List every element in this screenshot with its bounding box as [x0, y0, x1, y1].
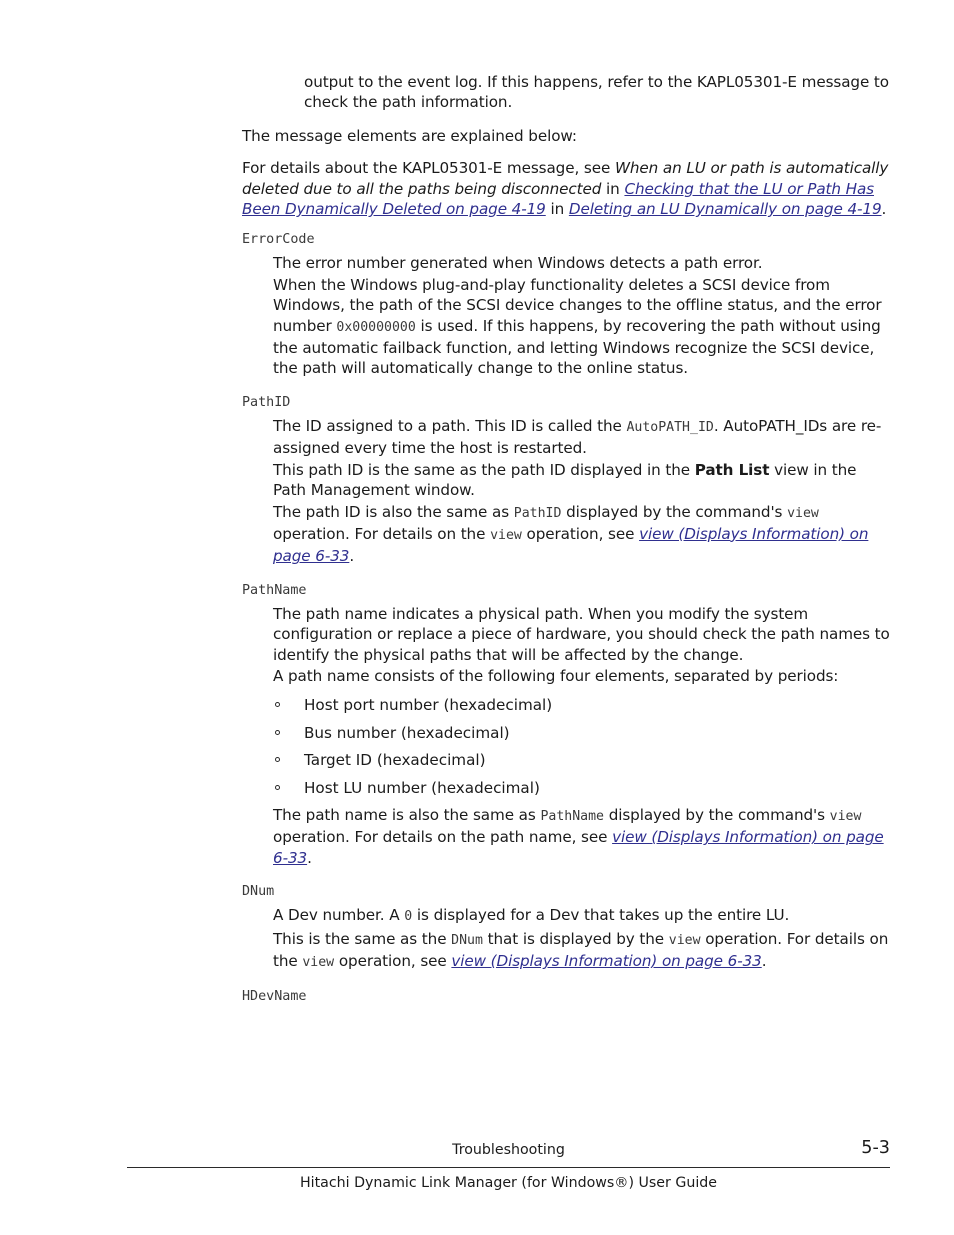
- definition-hdevname: HDevName: [242, 988, 890, 1006]
- list-item: Bus number (hexadecimal): [273, 723, 890, 743]
- definition-body-pathname: The path name indicates a physical path.…: [273, 604, 890, 868]
- list-item-label: Bus number (hexadecimal): [304, 723, 510, 742]
- footer-guide-title: Hitachi Dynamic Link Manager (for Window…: [299, 1175, 718, 1191]
- pathname-al-mid-2: operation. For details on the path name,…: [273, 828, 613, 847]
- definition-term-hdevname: HDevName: [242, 989, 307, 1005]
- definition-dnum: DNum A Dev number. A 0 is displayed for …: [242, 883, 890, 973]
- dnum-zero-code: 0: [404, 909, 413, 925]
- list-item: Host LU number (hexadecimal): [273, 778, 890, 798]
- bullet-circle-icon: [275, 702, 280, 708]
- pathid-p3-lead: The path ID is also the same as: [273, 502, 514, 521]
- definition-term-pathname: PathName: [242, 582, 307, 598]
- definition-body-dnum: A Dev number. A 0 is displayed for a Dev…: [273, 905, 890, 973]
- dnum-p1-lead: A Dev number. A: [273, 906, 405, 925]
- pathname-code: PathName: [540, 808, 604, 824]
- definition-pathname: PathName The path name indicates a physi…: [242, 582, 890, 868]
- definition-pathid: PathID The ID assigned to a path. This I…: [242, 394, 890, 567]
- definition-body-errorcode: The error number generated when Windows …: [273, 253, 890, 378]
- pathname-view-code-1: view: [829, 808, 862, 824]
- pathid-paragraph-3: The path ID is also the same as PathID d…: [273, 502, 890, 567]
- footer-top-row: Troubleshooting 5-3: [127, 1138, 890, 1166]
- dnum-paragraph-1: A Dev number. A 0 is displayed for a Dev…: [273, 905, 890, 927]
- list-item-label: Host port number (hexadecimal): [304, 696, 553, 715]
- details-tail: .: [881, 200, 887, 219]
- pathid-p3-mid-2: operation. For details on the: [273, 524, 491, 543]
- list-item: Host port number (hexadecimal): [273, 695, 890, 715]
- definition-term-dnum: DNum: [242, 884, 275, 900]
- pathid-p3-mid: displayed by the command's: [561, 502, 788, 521]
- continuation-paragraph: output to the event log. If this happens…: [304, 73, 889, 112]
- pathid-path-list-bold: Path List: [694, 460, 770, 479]
- dnum-code: DNum: [451, 932, 483, 948]
- pathid-p3-tail: .: [349, 547, 355, 566]
- dnum-view-code-2: view: [302, 955, 335, 970]
- pathid-code: PathID: [513, 505, 562, 521]
- dnum-p2-lead: This is the same as the: [273, 929, 452, 948]
- pathid-autopath-id-code: AutoPATH_ID: [626, 419, 714, 435]
- document-page: output to the event log. If this happens…: [0, 0, 954, 1235]
- pathid-p3-mid-3: operation, see: [521, 524, 640, 543]
- definition-term-pathid: PathID: [242, 394, 291, 410]
- dnum-view-code-1: view: [668, 932, 701, 948]
- errorcode-paragraph-2: When the Windows plug-and-play functiona…: [273, 275, 890, 379]
- dnum-p2-tail: .: [761, 952, 767, 970]
- intro-paragraph: The message elements are explained below…: [242, 126, 577, 145]
- list-item-label: Target ID (hexadecimal): [304, 751, 486, 770]
- pathname-al-mid: displayed by the command's: [603, 805, 830, 824]
- xref-view-displays-information-dnum[interactable]: view (Displays Information) on page 6-33: [451, 952, 761, 970]
- pathid-view-code-2: view: [490, 527, 522, 543]
- errorcode-paragraph-1: The error number generated when Windows …: [273, 254, 763, 273]
- list-item: Target ID (hexadecimal): [273, 750, 890, 770]
- pathid-p2-lead: This path ID is the same as the path ID …: [273, 460, 695, 479]
- page-content: output to the event log. If this happens…: [242, 72, 890, 1021]
- dnum-p1-tail: is displayed for a Dev that takes up the…: [412, 906, 790, 925]
- pathname-paragraph-2: A path name consists of the following fo…: [273, 666, 839, 685]
- pathname-al-lead: The path name is also the same as: [273, 805, 541, 824]
- dnum-p2-mid-3: operation, see: [334, 952, 452, 970]
- pathid-view-code-1: view: [787, 505, 819, 521]
- xref-deleting-lu-dynamically[interactable]: Deleting an LU Dynamically on page 4-19: [569, 200, 882, 218]
- footer-chapter-name: Troubleshooting: [452, 1142, 565, 1158]
- details-lead: For details about the KAPL05301-E messag…: [242, 159, 615, 178]
- dnum-paragraph-2: This is the same as the DNum that is dis…: [273, 929, 890, 974]
- footer-page-number: 5-3: [861, 1138, 890, 1158]
- pathname-elements-list: Host port number (hexadecimal) Bus numbe…: [273, 695, 890, 798]
- bullet-circle-icon: [275, 757, 280, 763]
- pathname-after-list-paragraph: The path name is also the same as PathNa…: [273, 805, 890, 868]
- pathname-paragraph-1: The path name indicates a physical path.…: [273, 604, 890, 664]
- errorcode-hex-value: 0x00000000: [336, 319, 416, 335]
- pathid-p1-lead: The ID assigned to a path. This ID is ca…: [273, 416, 627, 435]
- definition-term-errorcode: ErrorCode: [242, 232, 315, 248]
- dnum-p2-mid: that is displayed by the: [482, 929, 669, 948]
- page-footer: Troubleshooting 5-3 Hitachi Dynamic Link…: [127, 1138, 890, 1193]
- definition-errorcode: ErrorCode The error number generated whe…: [242, 231, 890, 378]
- details-paragraph: For details about the KAPL05301-E messag…: [242, 158, 890, 219]
- pathid-paragraph-1: The ID assigned to a path. This ID is ca…: [273, 416, 890, 459]
- pathname-al-tail: .: [307, 848, 312, 867]
- list-item-label: Host LU number (hexadecimal): [304, 778, 540, 797]
- footer-divider: [127, 1167, 890, 1168]
- bullet-circle-icon: [275, 784, 280, 790]
- definition-body-pathid: The ID assigned to a path. This ID is ca…: [273, 416, 890, 567]
- bullet-circle-icon: [275, 729, 280, 735]
- pathid-paragraph-2: This path ID is the same as the path ID …: [273, 460, 890, 501]
- details-mid-2: in: [545, 200, 569, 219]
- details-mid-1: in: [601, 179, 625, 198]
